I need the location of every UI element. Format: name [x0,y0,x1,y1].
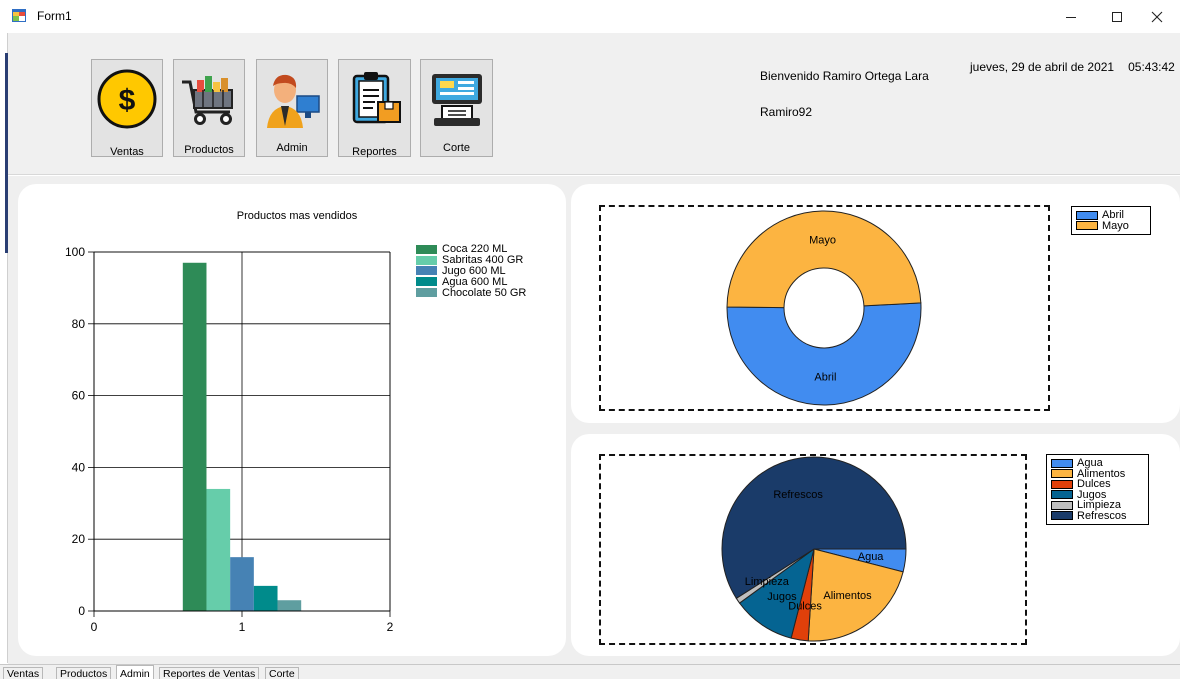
minimize-icon [1066,16,1076,18]
legend-label: Refrescos [1077,509,1127,522]
corte-button[interactable]: Corte [420,59,493,157]
y-tick-label: 60 [72,389,86,403]
legend-label: Chocolate 50 GR [442,286,527,299]
header-panel: $ Ventas Productos Admin Reportes Corte … [8,33,1180,175]
legend-swatch [416,277,437,287]
legend-item-sabritas-400-gr: Sabritas 400 GR [416,254,526,266]
admin-user-icon [267,74,320,128]
doughnut-panel: Abril Mayo Abril Mayo [571,184,1180,423]
pie-legend: Agua Alimentos Dulces Jugos Limpieza Refresco… [1046,454,1149,525]
bar-coca-220-ml [182,262,207,611]
tab-ventas[interactable]: Ventas [3,667,44,679]
bar-agua-600-ml [253,585,278,611]
reportes-label: Reportes [352,146,397,158]
legend-item-coca-220-ml: Coca 220 ML [416,243,526,255]
legend-swatch [416,288,437,298]
window-title: Form1 [37,9,72,23]
productos-label: Productos [184,144,234,156]
slice-label-alimentos: Alimentos [823,590,872,602]
legend-item-abril: Abril [1076,210,1146,221]
legend-swatch [416,266,437,276]
username-text: Ramiro92 [760,105,813,119]
slice-label-jugos: Jugos [767,591,797,603]
legend-swatch [1051,511,1073,521]
shopping-cart-icon [182,76,233,125]
y-tick-label: 40 [72,460,86,474]
legend-label: Agua [1077,457,1103,469]
tab-strip: Ventas Productos Admin Reportes de Venta… [0,664,1180,679]
bar-chocolate-50-gr [277,600,302,611]
legend-label: Mayo [1102,219,1129,232]
legend-item-mayo: Mayo [1076,219,1146,232]
cash-register-icon [431,74,482,126]
legend-swatch [1051,458,1073,468]
legend-item-agua: Agua [1051,458,1144,469]
date-time: jueves, 29 de abril de 2021 05:43:42 [970,60,1175,74]
productos-button[interactable]: Productos [173,59,245,157]
y-tick-label: 100 [65,245,85,259]
tab-reportes-de-ventas[interactable]: Reportes de Ventas [159,667,260,679]
slice-mayo [726,210,922,309]
legend-item-refrescos: Refrescos [1051,509,1144,522]
legend-swatch [1051,490,1073,500]
left-edge [0,33,8,663]
title-bar: Form1 [0,0,1180,33]
y-tick-label: 20 [72,532,86,546]
close-button[interactable] [1134,0,1180,33]
legend-swatch [1076,221,1098,231]
bar-chart-panel: Productos mas vendidos 0 20 40 60 80 100 0 1 2 C… [18,184,566,656]
y-tick-label: 80 [72,317,86,331]
pie-panel: Agua Alimentos Dulces Jugos Limpieza Refresco… [571,434,1180,656]
corte-label: Corte [443,142,470,154]
x-tick-label: 1 [239,620,246,634]
bar-sabritas-400-gr [206,488,231,611]
legend-swatch [1051,500,1073,510]
legend-item-dulces: Dulces [1051,479,1144,490]
legend-label: Dulces [1077,478,1111,490]
maximize-icon [1112,11,1122,22]
minimize-button[interactable] [1048,0,1094,33]
slice-label-agua: Agua [858,551,885,563]
legend-swatch [1051,469,1073,479]
ventas-label: Ventas [110,146,144,158]
date-text: jueves, 29 de abril de 2021 [970,60,1115,74]
legend-label: Abril [1102,209,1125,221]
tab-admin[interactable]: Admin [116,665,154,679]
legend-swatch [1051,479,1073,489]
legend-swatch [416,244,437,254]
dashboard-content: Productos mas vendidos 0 20 40 60 80 100 0 1 2 C… [8,176,1180,664]
bar-jugo-600-ml [230,557,254,611]
svg-text:$: $ [119,84,136,117]
tab-productos[interactable]: Productos [56,667,112,679]
x-tick-label: 2 [387,620,394,634]
app-icon [12,9,26,22]
dollar-coin-icon: $ [97,69,157,129]
y-tick-label: 0 [78,604,85,618]
slice-abril [726,302,922,406]
close-icon [1151,11,1163,22]
legend-item-chocolate-50-gr: Chocolate 50 GR [416,286,527,299]
doughnut-legend: Abril Mayo [1071,206,1151,235]
legend-swatch [1076,210,1098,220]
tab-corte[interactable]: Corte [265,667,299,679]
slice-label-limpieza: Limpieza [745,576,790,588]
x-tick-label: 0 [91,620,98,634]
legend-swatch [416,255,437,265]
reportes-button[interactable]: Reportes [338,59,411,158]
report-clipboard-icon [352,72,401,124]
welcome-text: Bienvenido Ramiro Ortega Lara [760,69,929,83]
slice-label-refrescos: Refrescos [773,489,823,501]
admin-label: Admin [276,142,308,154]
slice-label-abril: Abril [814,371,836,383]
legend-label: Limpieza [1077,499,1122,511]
slice-label-mayo: Mayo [809,235,836,247]
bar-chart-legend: Coca 220 ML Sabritas 400 GR Jugo 600 ML Agu… [416,243,527,299]
time-text: 05:43:42 [1128,60,1175,74]
legend-item-agua-600-ml: Agua 600 ML [416,276,526,288]
legend-item-limpieza: Limpieza [1051,500,1144,511]
legend-item-jugo-600-ml: Jugo 600 ML [416,265,526,277]
admin-button[interactable]: Admin [256,59,328,157]
ventas-button[interactable]: $ Ventas [91,59,163,158]
